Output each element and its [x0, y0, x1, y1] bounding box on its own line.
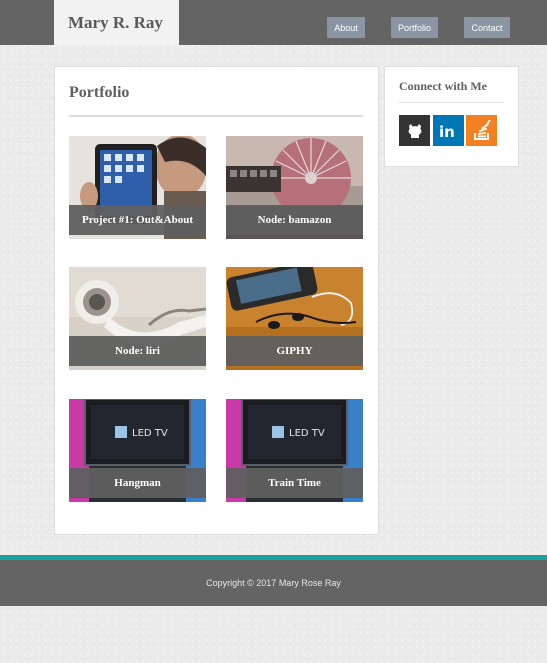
linkedin-icon[interactable]: in [433, 115, 464, 146]
footer: Copyright © 2017 Mary Rose Ray [0, 560, 547, 606]
copyright-text: Copyright © 2017 Mary Rose Ray [206, 578, 341, 588]
github-icon[interactable] [399, 115, 430, 146]
navbar: Mary R. Ray About Portfolio Contact [0, 0, 547, 45]
project-tile-train-time[interactable]: LED TV Train Time [226, 399, 363, 502]
connect-panel: Connect with Me in [384, 66, 519, 167]
project-tile-giphy[interactable]: GIPHY [226, 267, 363, 370]
stackoverflow-icon[interactable] [466, 115, 497, 146]
portfolio-title: Portfolio [69, 84, 130, 101]
project-tile-out-and-about[interactable]: Project #1: Out&About [69, 136, 206, 239]
svg-text:in: in [439, 123, 455, 140]
nav-about-link[interactable]: About [327, 17, 365, 38]
title-divider [69, 115, 363, 117]
brand-link[interactable]: Mary R. Ray [54, 0, 179, 45]
project-label: Hangman [69, 468, 206, 498]
connect-title: Connect with Me [399, 79, 487, 93]
project-tile-liri[interactable]: Node: liri [69, 267, 206, 370]
portfolio-panel: Portfolio Project #1: Out&About Node: ba… [54, 66, 379, 535]
project-label: Train Time [226, 468, 363, 498]
project-label: GIPHY [226, 336, 363, 366]
project-label: Node: liri [69, 336, 206, 366]
project-label: Node: bamazon [226, 205, 363, 235]
nav-portfolio-link[interactable]: Portfolio [391, 17, 438, 38]
project-tile-hangman[interactable]: LED TV Hangman [69, 399, 206, 502]
svg-text:LED TV: LED TV [132, 428, 168, 439]
project-tile-bamazon[interactable]: Node: bamazon [226, 136, 363, 239]
nav-contact-link[interactable]: Contact [464, 17, 510, 38]
connect-divider [399, 102, 503, 103]
project-label: Project #1: Out&About [69, 205, 206, 235]
svg-text:LED TV: LED TV [289, 428, 325, 439]
